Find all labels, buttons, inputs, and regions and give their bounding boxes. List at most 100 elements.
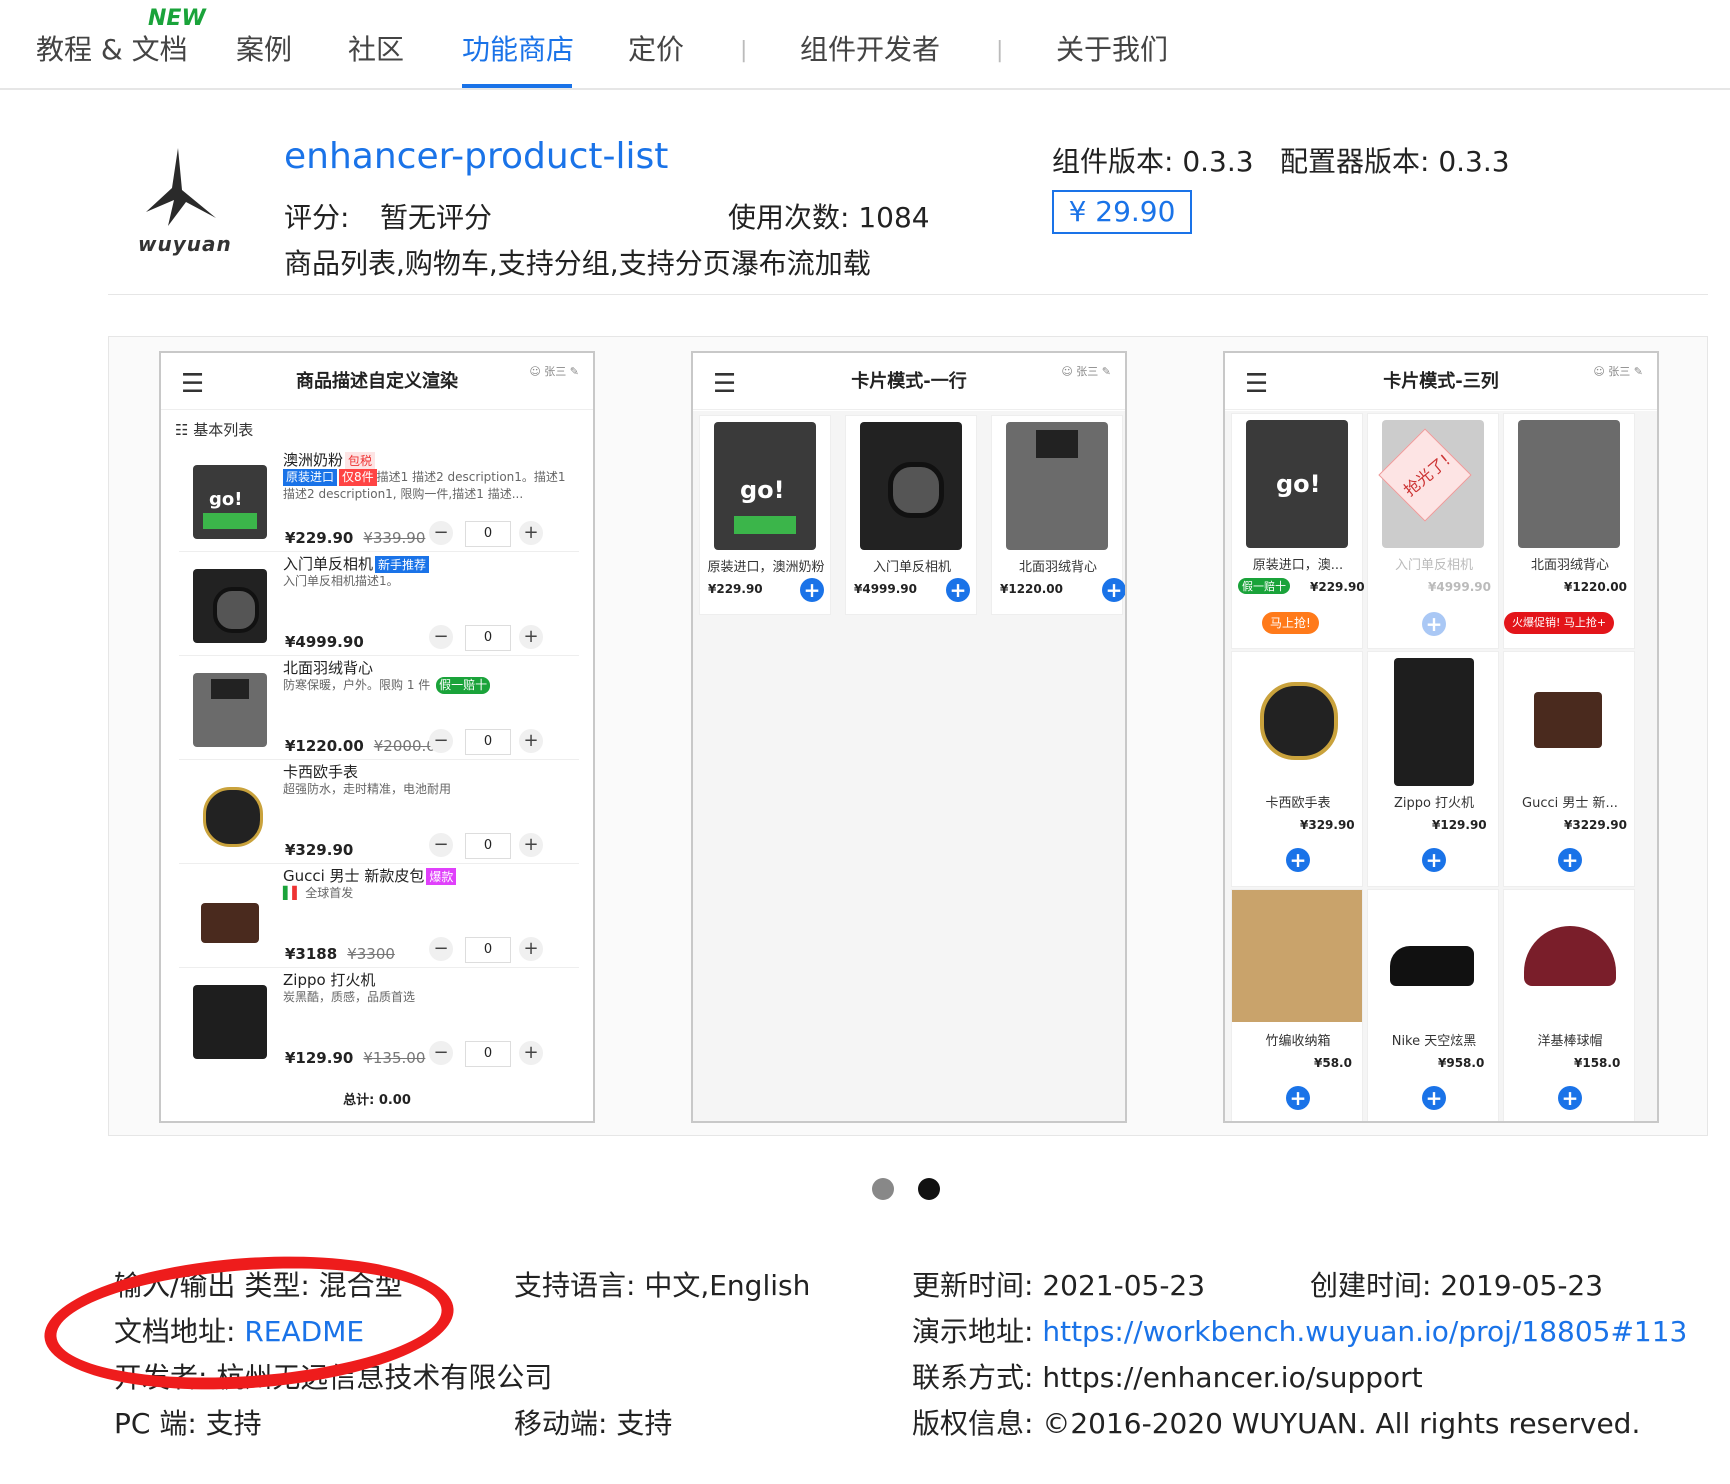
minus-button[interactable]: − — [429, 833, 453, 857]
product-card[interactable]: Gucci 男士 新... ¥3229.90 + — [1503, 651, 1635, 887]
configurator-version: 配置器版本: 0.3.3 — [1280, 145, 1510, 178]
card-name: 竹编收纳箱 — [1265, 1034, 1331, 1049]
minus-button[interactable]: − — [429, 937, 453, 961]
add-to-cart-button[interactable]: + — [1286, 1086, 1310, 1110]
buy-now-button[interactable]: 马上抢! — [1262, 612, 1319, 634]
card-name: 入门单反相机 — [872, 560, 951, 575]
product-image — [1246, 658, 1348, 786]
card-price: ¥1220.00 — [1564, 580, 1628, 594]
mobile-support: 移动端: 支持 — [514, 1407, 673, 1440]
demo-address: 演示地址: https://workbench.wuyuan.io/proj/1… — [912, 1315, 1688, 1348]
item-desc: 超强防水，走时精准，电池耐用 — [283, 782, 452, 796]
card-price: ¥158.0 — [1574, 1056, 1621, 1070]
product-image: go! — [714, 422, 816, 550]
card-name: 卡西欧手表 — [1265, 796, 1331, 811]
product-card[interactable]: 竹编收纳箱 ¥58.0 + — [1231, 889, 1363, 1121]
product-card[interactable]: 北面羽绒背心 ¥1220.00 + — [991, 415, 1125, 615]
nav-item-cases[interactable]: 案例 — [236, 28, 292, 68]
add-to-cart-button[interactable]: + — [1558, 848, 1582, 872]
add-to-cart-button: + — [1422, 612, 1446, 636]
rating-label: 评分: — [284, 201, 350, 234]
logo-text: wuyuan — [138, 232, 232, 256]
product-card[interactable]: 卡西欧手表 ¥329.90 + — [1231, 651, 1363, 887]
product-thumb — [193, 673, 267, 747]
product-card[interactable]: 北面羽绒背心 ¥1220.00 火爆促销! 马上抢+ — [1503, 413, 1635, 649]
plus-button[interactable]: + — [519, 625, 543, 649]
screenshot-carousel: ☰ 商品描述自定义渲染 ☺ 张三 ✎ ☷ 基本列表 go! 澳洲奶粉 包税 原装进… — [108, 336, 1708, 1136]
add-to-cart-button[interactable]: + — [1102, 578, 1125, 602]
minus-button[interactable]: − — [429, 521, 453, 545]
product-card[interactable]: go! 原装进口，澳... 假一赔十 ¥229.90 马上抢! — [1231, 413, 1365, 649]
flash-sale-button[interactable]: 火爆促销! 马上抢+ — [1504, 612, 1615, 634]
card-name: Gucci 男士 新... — [1522, 796, 1618, 811]
product-image — [1382, 896, 1484, 1024]
product-card[interactable]: 入门单反相机 ¥4999.90 + — [845, 415, 977, 615]
card-name: 原装进口，澳... — [1252, 558, 1344, 573]
product-card-sold-out[interactable]: 抢光了! 入门单反相机 ¥4999.90 + — [1367, 413, 1499, 649]
buy-price-button[interactable]: ¥ 29.90 — [1052, 190, 1192, 234]
card-name: 原装进口，澳洲奶粉 — [707, 560, 825, 575]
copyright: 版权信息: ©2016-2020 WUYUAN. All rights rese… — [912, 1407, 1641, 1440]
phone-title: 卡片模式-一行 — [851, 371, 967, 392]
swallow-icon — [146, 148, 216, 226]
add-to-cart-button[interactable]: + — [946, 578, 970, 602]
carousel-dot-1[interactable] — [872, 1178, 894, 1200]
plus-button[interactable]: + — [519, 937, 543, 961]
list-item[interactable]: 卡西欧手表 超强防水，走时精准，电池耐用 ¥329.90 −0 + — [179, 759, 579, 864]
item-price: ¥1220.00 ¥2000.00 — [285, 737, 446, 755]
list-item[interactable]: Zippo 打火机 炭黑酷，质感，品质首选 ¥129.90 ¥135.00 −0 + — [179, 967, 579, 1071]
product-card[interactable]: go! 原装进口，澳洲奶粉 ¥229.90 + — [699, 415, 831, 615]
add-to-cart-button[interactable]: + — [800, 578, 824, 602]
product-image — [1006, 422, 1108, 550]
rating-value: 暂无评分 — [380, 201, 493, 234]
nav-item-developers[interactable]: 组件开发者 — [800, 28, 940, 68]
item-desc: ▌▌ 全球首发 — [283, 886, 354, 900]
product-description: 商品列表,购物车,支持分组,支持分页瀑布流加载 — [284, 247, 871, 280]
phone-title: 商品描述自定义渲染 — [296, 371, 458, 392]
demo-link[interactable]: https://workbench.wuyuan.io/proj/18805#1… — [1042, 1315, 1687, 1348]
nav-item-store[interactable]: 功能商店 — [462, 28, 574, 68]
minus-button[interactable]: − — [429, 625, 453, 649]
phone-preview-card-grid: ☰ 卡片模式-三列 ☺ 张三 ✎ go! 原装进口，澳... 假一赔十 ¥229… — [1223, 351, 1659, 1123]
add-to-cart-button[interactable]: + — [1422, 1086, 1446, 1110]
card-price: ¥229.90 — [708, 582, 763, 596]
product-image — [1394, 658, 1474, 786]
pc-support: PC 端: 支持 — [114, 1407, 262, 1440]
plus-button[interactable]: + — [519, 833, 543, 857]
top-nav: 教程 & 文档 NEW 案例 社区 功能商店 定价 | 组件开发者 | 关于我们 — [0, 0, 1730, 90]
item-desc: 防寒保暖，户外。限购 1 件 假一赔十 — [283, 677, 573, 694]
add-to-cart-button[interactable]: + — [1422, 848, 1446, 872]
divider — [108, 294, 1708, 295]
nav-item-pricing[interactable]: 定价 — [628, 28, 684, 68]
minus-button[interactable]: − — [429, 1041, 453, 1065]
nav-item-about[interactable]: 关于我们 — [1056, 28, 1168, 68]
phone-title: 卡片模式-三列 — [1383, 371, 1499, 392]
product-card[interactable]: 洋基棒球帽 ¥158.0 + — [1503, 889, 1635, 1121]
component-version: 组件版本: 0.3.3 — [1052, 145, 1254, 178]
item-name: 北面羽绒背心 — [283, 659, 374, 677]
product-card[interactable]: Zippo 打火机 ¥129.90 + — [1367, 651, 1499, 887]
list-item[interactable]: go! 澳洲奶粉 包税 原装进口 仅8件 描述1 描述2 description1。描… — [179, 447, 579, 552]
card-price: ¥58.0 — [1314, 1056, 1352, 1070]
product-thumb — [193, 881, 267, 955]
new-badge: NEW — [148, 6, 206, 31]
carousel-dot-2[interactable] — [918, 1178, 940, 1200]
nav-separator: | — [740, 38, 748, 63]
product-image — [1232, 890, 1362, 1022]
list-item[interactable]: Gucci 男士 新款皮包 爆款 ▌▌ 全球首发 ¥3188 ¥3300 −0 + — [179, 863, 579, 968]
plus-button[interactable]: + — [519, 1041, 543, 1065]
product-image — [1518, 420, 1620, 548]
created-time: 创建时间: 2019-05-23 — [1310, 1269, 1604, 1302]
add-to-cart-button[interactable]: + — [1286, 848, 1310, 872]
list-item[interactable]: 入门单反相机 新手推荐 入门单反相机描述1。 ¥4999.90 −0 + — [179, 551, 579, 656]
product-thumb — [193, 569, 267, 643]
plus-button[interactable]: + — [519, 729, 543, 753]
add-to-cart-button[interactable]: + — [1558, 1086, 1582, 1110]
nav-item-community[interactable]: 社区 — [348, 28, 404, 68]
list-item[interactable]: 北面羽绒背心 防寒保暖，户外。限购 1 件 假一赔十 ¥1220.00 ¥2000… — [179, 655, 579, 760]
minus-button[interactable]: − — [429, 729, 453, 753]
item-desc: 炭黑酷，质感，品质首选 — [283, 990, 416, 1004]
product-card[interactable]: Nike 天空炫黑 ¥958.0 + — [1367, 889, 1499, 1121]
plus-button[interactable]: + — [519, 521, 543, 545]
nav-item-docs[interactable]: 教程 & 文档 — [36, 28, 188, 68]
